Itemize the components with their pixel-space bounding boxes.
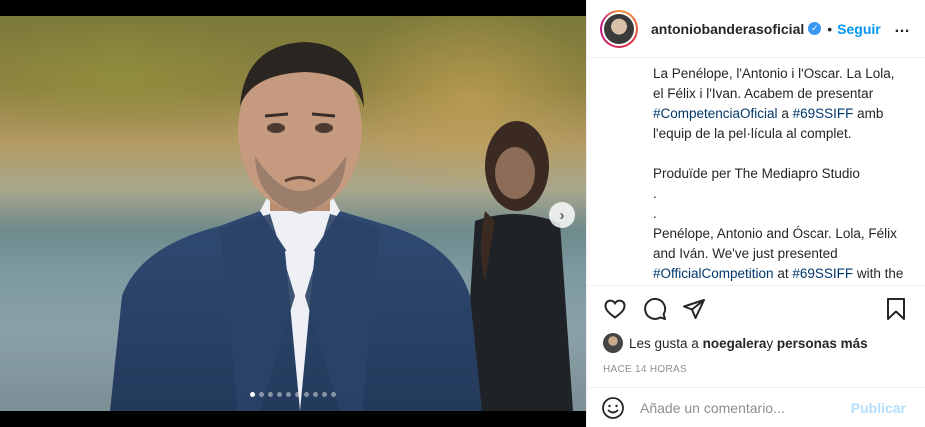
caption-text: at: [773, 266, 793, 281]
carousel-next-button[interactable]: ›: [549, 202, 575, 228]
carousel-dot: [250, 392, 255, 397]
caption-paragraph: .: [653, 204, 905, 224]
comment-bar: Publicar: [587, 387, 925, 427]
header-separator: •: [827, 20, 833, 37]
likes-summary: Les gusta a noegalera y personas más: [603, 332, 868, 354]
hashtag-link[interactable]: #OfficialCompetition: [653, 266, 774, 281]
caption-text: Produïde per The Mediapro Studio: [653, 166, 860, 181]
caption-paragraph: Penélope, Antonio and Óscar. Lola, Félix…: [653, 224, 905, 282]
carousel-dot: [304, 392, 309, 397]
bookmark-icon[interactable]: [884, 297, 908, 321]
carousel-dot: [277, 392, 282, 397]
caption-gap: [653, 144, 905, 164]
verified-badge-icon: ✓: [808, 22, 822, 35]
caption-text: Penélope, Antonio and Óscar. Lola, Félix…: [653, 226, 897, 261]
heart-icon[interactable]: [603, 297, 627, 321]
liker-avatar[interactable]: [603, 333, 623, 353]
carousel-dot: [313, 392, 318, 397]
caption-paragraph: .: [653, 184, 905, 204]
caption-text: .: [653, 186, 657, 201]
follow-button[interactable]: Seguir: [837, 21, 881, 37]
chevron-right-icon: ›: [559, 206, 565, 224]
carousel-dot: [322, 392, 327, 397]
hashtag-link[interactable]: #69SSIFF: [793, 106, 854, 121]
avatar[interactable]: [600, 9, 638, 48]
carousel-dot: [286, 392, 291, 397]
likes-others-link[interactable]: personas más: [777, 336, 868, 351]
carousel-dot: [295, 392, 300, 397]
post-actions: [587, 285, 925, 333]
comment-icon[interactable]: [643, 297, 667, 321]
caption-paragraph: Produïde per The Mediapro Studio: [653, 164, 905, 184]
caption-text: .: [653, 206, 657, 221]
emoji-icon[interactable]: [601, 396, 625, 420]
post-header: antoniobanderasoficial ✓ • Seguir …: [587, 0, 925, 58]
post-media: ›: [0, 0, 586, 427]
carousel-dot: [268, 392, 273, 397]
comment-input[interactable]: [640, 399, 840, 416]
caption-text: a: [777, 106, 793, 121]
carousel-dots: [0, 392, 586, 397]
more-options-icon[interactable]: …: [894, 19, 911, 37]
caption-text: La Penélope, l'Antonio i l'Oscar. La Lol…: [653, 66, 895, 101]
username-link[interactable]: antoniobanderasoficial: [651, 21, 804, 37]
likes-conjunction: y: [766, 335, 774, 351]
carousel-dot: [259, 392, 264, 397]
avatar-image: [604, 13, 634, 44]
carousel-dot: [331, 392, 336, 397]
hashtag-link[interactable]: #CompetenciaOficial: [653, 106, 778, 121]
post-sidebar: antoniobanderasoficial ✓ • Seguir … La P…: [586, 0, 925, 427]
liker-username[interactable]: noegalera: [703, 336, 767, 351]
publish-button[interactable]: Publicar: [851, 400, 906, 416]
post-caption: La Penélope, l'Antonio i l'Oscar. La Lol…: [653, 64, 905, 282]
hashtag-link[interactable]: #69SSIFF: [792, 266, 853, 281]
caption-paragraph: La Penélope, l'Antonio i l'Oscar. La Lol…: [653, 64, 905, 144]
man-portrait: [110, 42, 482, 411]
post-photo[interactable]: [0, 16, 586, 411]
post-timestamp[interactable]: HACE 14 HORAS: [603, 364, 687, 375]
share-icon[interactable]: [682, 297, 706, 321]
likes-prefix: Les gusta a: [629, 335, 699, 351]
